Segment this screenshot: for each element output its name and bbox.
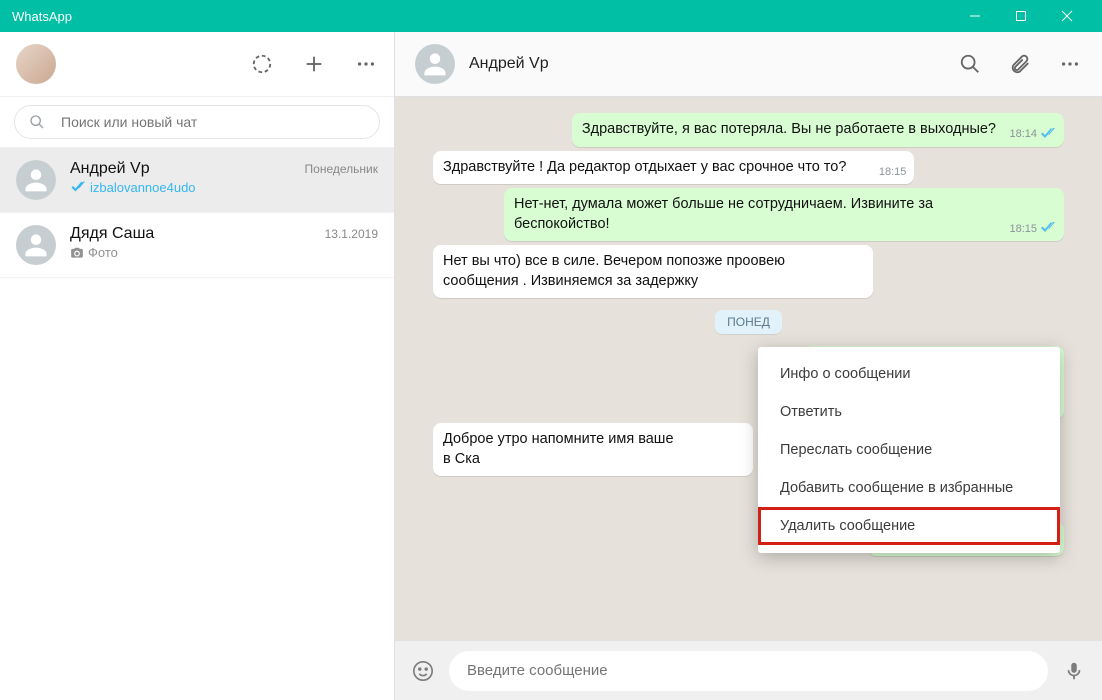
chat-item-dyadya[interactable]: Дядя Саша 13.1.2019 Фото — [0, 213, 394, 278]
app-title: WhatsApp — [12, 9, 72, 24]
window-controls — [952, 0, 1090, 32]
emoji-icon[interactable] — [411, 659, 435, 683]
status-icon[interactable] — [250, 52, 274, 76]
double-check-icon — [70, 180, 86, 195]
menu-reply[interactable]: Ответить — [758, 393, 1060, 431]
self-avatar[interactable] — [16, 44, 56, 84]
read-ticks-icon — [1040, 127, 1056, 143]
message-out[interactable]: Здравствуйте, я вас потеряла. Вы не рабо… — [433, 113, 1064, 147]
minimize-button[interactable] — [952, 0, 998, 32]
message-in[interactable]: Здравствуйте ! Да редактор отдыхает у ва… — [433, 151, 1064, 185]
menu-forward[interactable]: Переслать сообщение — [758, 431, 1060, 469]
message-in[interactable]: Нет вы что) все в силе. Вечером попозже … — [433, 245, 1064, 298]
search-input[interactable] — [61, 114, 365, 130]
chat-preview: Фото — [70, 245, 378, 260]
sidebar: Андрей Vp Понедельник izbalovannoe4udo Д… — [0, 32, 395, 700]
chat-preview: izbalovannoe4udo — [70, 180, 378, 195]
chat-menu-icon[interactable] — [1058, 52, 1082, 76]
chat-panel: Андрей Vp Здравствуйте, я вас потеряла. … — [395, 32, 1102, 700]
message-input[interactable] — [449, 651, 1048, 691]
chat-name: Андрей Vp — [70, 160, 150, 178]
chat-list: Андрей Vp Понедельник izbalovannoe4udo Д… — [0, 148, 394, 700]
chat-avatar — [16, 225, 56, 265]
contact-avatar[interactable] — [415, 44, 455, 84]
camera-icon — [70, 246, 84, 260]
message-context-menu: Инфо о сообщении Ответить Переслать сооб… — [758, 347, 1060, 553]
search-icon — [29, 114, 45, 130]
maximize-button[interactable] — [998, 0, 1044, 32]
composer — [395, 640, 1102, 700]
mic-icon[interactable] — [1062, 659, 1086, 683]
chat-time: 13.1.2019 — [325, 227, 378, 241]
titlebar: WhatsApp — [0, 0, 1102, 32]
menu-dots-icon[interactable] — [354, 52, 378, 76]
close-button[interactable] — [1044, 0, 1090, 32]
search-in-chat-icon[interactable] — [958, 52, 982, 76]
chat-header: Андрей Vp — [395, 32, 1102, 97]
sidebar-header — [0, 32, 394, 97]
attach-icon[interactable] — [1008, 52, 1032, 76]
chat-name: Дядя Саша — [70, 225, 154, 243]
new-chat-icon[interactable] — [302, 52, 326, 76]
menu-star[interactable]: Добавить сообщение в избранные — [758, 469, 1060, 507]
chat-avatar — [16, 160, 56, 200]
message-out[interactable]: Нет-нет, думала может больше не сотрудни… — [433, 188, 1064, 241]
date-separator: ПОНЕД — [433, 310, 1064, 334]
search-bar — [0, 97, 394, 148]
menu-delete[interactable]: Удалить сообщение — [758, 507, 1060, 545]
messages-area: Здравствуйте, я вас потеряла. Вы не рабо… — [395, 97, 1102, 640]
menu-info[interactable]: Инфо о сообщении — [758, 355, 1060, 393]
chat-item-andrey[interactable]: Андрей Vp Понедельник izbalovannoe4udo — [0, 148, 394, 213]
read-ticks-icon — [1040, 221, 1056, 237]
contact-name: Андрей Vp — [469, 55, 549, 73]
chat-time: Понедельник — [305, 162, 378, 176]
search-input-wrap[interactable] — [14, 105, 380, 139]
